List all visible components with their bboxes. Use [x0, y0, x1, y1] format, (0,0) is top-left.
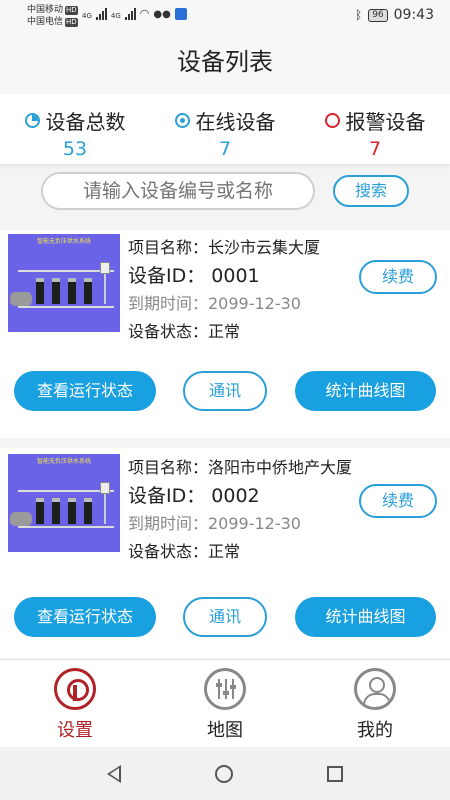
carrier-info: 中国移动 HD 中国电信 HD — [27, 4, 78, 28]
tab-settings[interactable]: 设置 — [0, 660, 150, 747]
signal-group: 4G 4G ◠ ●● — [82, 7, 187, 20]
bottom-tab-bar: 设置 地图 我的 — [0, 659, 450, 747]
search-row: 搜索 — [0, 172, 450, 212]
stat-alarm[interactable]: 报警设备 7 — [300, 94, 450, 164]
view-status-button[interactable]: 查看运行状态 — [14, 371, 156, 411]
statistics-chart-button[interactable]: 统计曲线图 — [295, 597, 436, 637]
thumbnail-caption: 智能无负压供水系统 — [36, 458, 91, 465]
battery-icon: 96 — [368, 8, 388, 22]
device-id: 设备ID： 0002 — [128, 485, 260, 507]
map-icon — [204, 668, 246, 710]
ring-icon — [324, 113, 340, 128]
wifi-icon: ◠ — [139, 7, 150, 20]
stat-online[interactable]: 在线设备 7 — [150, 94, 300, 164]
recents-icon[interactable] — [327, 765, 343, 782]
device-card: 智能无负压供水系统 项目名称：洛阳市中侨地产大厦 设备ID： 0002 到期时间… — [0, 448, 450, 658]
hd-badge: HD — [65, 5, 78, 15]
card-actions: 查看运行状态 通讯 统计曲线图 — [0, 371, 450, 411]
expire-date: 到期时间：2099-12-30 — [128, 294, 301, 313]
network-1: 4G — [82, 12, 92, 20]
status-bar: 中国移动 HD 中国电信 HD 4G 4G ◠ ●● ᛒ 96 09:43 — [0, 0, 450, 30]
stat-label: 报警设备 — [345, 110, 426, 134]
communication-button[interactable]: 通讯 — [183, 371, 267, 411]
renew-button[interactable]: 续费 — [359, 484, 437, 518]
radio-icon — [174, 113, 190, 128]
communication-button[interactable]: 通讯 — [183, 597, 267, 637]
tab-map[interactable]: 地图 — [150, 660, 300, 747]
stat-value: 7 — [218, 138, 232, 160]
profile-icon — [354, 668, 396, 710]
hd-badge: HD — [65, 17, 78, 27]
carrier-1: 中国移动 — [27, 5, 64, 15]
statistics-chart-button[interactable]: 统计曲线图 — [295, 371, 436, 411]
device-id: 设备ID： 0001 — [128, 265, 260, 287]
device-info: 项目名称：长沙市云集大厦 设备ID： 0001 到期时间：2099-12-30 … — [128, 234, 368, 346]
stat-total[interactable]: 设备总数 53 — [0, 94, 150, 164]
stat-value: 7 — [368, 138, 382, 160]
stat-label: 设备总数 — [45, 110, 126, 134]
tab-profile[interactable]: 我的 — [300, 660, 450, 747]
tab-label: 地图 — [207, 720, 243, 741]
project-name: 项目名称：洛阳市中侨地产大厦 — [128, 458, 353, 477]
bluetooth-icon: ᛒ — [354, 8, 363, 22]
card-actions: 查看运行状态 通讯 统计曲线图 — [0, 597, 450, 637]
device-state: 设备状态：正常 — [128, 322, 241, 341]
device-thumbnail: 智能无负压供水系统 — [8, 234, 120, 332]
carrier-2: 中国电信 — [27, 17, 64, 27]
tab-label: 我的 — [357, 720, 393, 741]
thumbnail-caption: 智能无负压供水系统 — [36, 238, 91, 245]
project-name: 项目名称：长沙市云集大厦 — [128, 238, 321, 257]
wechat-icon: ●● — [153, 9, 171, 20]
device-info: 项目名称：洛阳市中侨地产大厦 设备ID： 0002 到期时间：2099-12-3… — [128, 454, 368, 566]
search-input[interactable] — [41, 172, 315, 210]
header: 设备列表 — [0, 30, 450, 94]
pie-icon — [24, 113, 40, 128]
signal-icon — [95, 8, 107, 20]
stats-panel: 设备总数 53 在线设备 7 报警设备 7 — [0, 94, 450, 164]
device-state: 设备状态：正常 — [128, 542, 241, 561]
renew-button[interactable]: 续费 — [359, 260, 437, 294]
clock: 09:43 — [393, 7, 434, 23]
system-nav-bar — [0, 747, 450, 800]
settings-icon — [54, 668, 96, 710]
app-icon — [174, 8, 187, 20]
device-card: 智能无负压供水系统 项目名称：长沙市云集大厦 设备ID： 0001 到期时间：2… — [0, 230, 450, 438]
stat-label: 在线设备 — [195, 110, 276, 134]
stat-value: 53 — [62, 138, 88, 160]
page-title: 设备列表 — [177, 48, 273, 76]
home-icon[interactable] — [215, 764, 233, 783]
back-icon[interactable] — [107, 764, 121, 783]
device-thumbnail: 智能无负压供水系统 — [8, 454, 120, 552]
tab-label: 设置 — [57, 720, 93, 741]
network-2: 4G — [110, 12, 121, 20]
signal-icon — [124, 8, 136, 20]
view-status-button[interactable]: 查看运行状态 — [14, 597, 156, 637]
expire-date: 到期时间：2099-12-30 — [128, 514, 301, 533]
search-button[interactable]: 搜索 — [333, 175, 409, 207]
